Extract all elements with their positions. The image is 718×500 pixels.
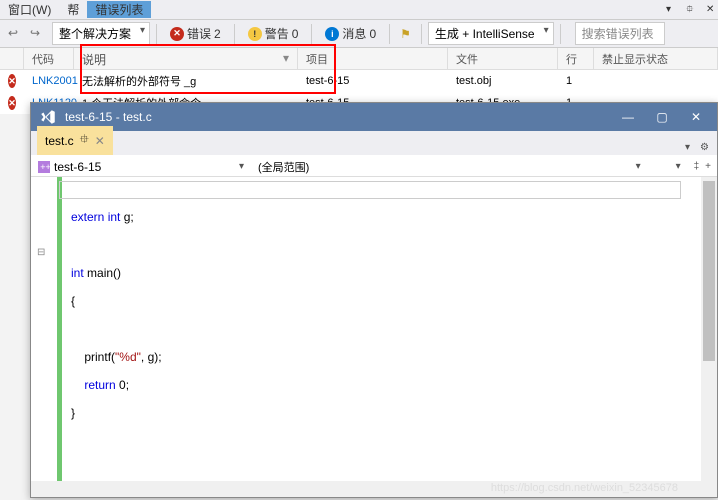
- col-code[interactable]: 代码: [24, 48, 74, 69]
- col-icon[interactable]: [0, 48, 24, 69]
- watermark: https://blog.csdn.net/weixin_52345678: [491, 482, 678, 494]
- tab-strip-controls: ▾ ⚙: [681, 140, 717, 155]
- close-button[interactable]: ✕: [683, 107, 709, 127]
- maximize-button[interactable]: ▢: [649, 107, 675, 127]
- warnings-filter-button[interactable]: ! 警告 0: [241, 22, 306, 45]
- error-line: 1: [558, 73, 594, 89]
- panel-window-controls: ▾ ⯐ ✕: [658, 3, 718, 17]
- plus-icon[interactable]: +: [703, 161, 713, 172]
- dropdown-icon[interactable]: ▾: [658, 3, 674, 17]
- col-line[interactable]: 行: [558, 48, 594, 69]
- window-title: test-6-15 - test.c: [65, 110, 607, 124]
- errors-label: 错误: [187, 25, 211, 42]
- grid-header: 代码 说明 ▾ 项目 文件 行 禁止显示状态: [0, 48, 718, 70]
- top-ruler: [59, 181, 681, 199]
- error-icon: ✕: [170, 27, 184, 41]
- cpp-project-icon: ++: [38, 161, 50, 173]
- code-titlebar[interactable]: test-6-15 - test.c — ▢ ✕: [31, 103, 717, 131]
- col-project[interactable]: 项目: [298, 48, 448, 69]
- code-editor[interactable]: ⊟ extern int g; int main() { printf("%d"…: [31, 177, 717, 497]
- menu-help[interactable]: 帮: [59, 1, 87, 18]
- error-code-link[interactable]: LNK2001: [24, 73, 74, 89]
- error-project: test-6-15: [298, 73, 448, 89]
- gutter: ⊟: [31, 177, 59, 497]
- file-tab[interactable]: test.c ⯐ ✕: [37, 126, 113, 155]
- vs-logo-icon: [39, 108, 57, 126]
- nav-forward-icon[interactable]: ↪: [30, 26, 46, 42]
- search-input[interactable]: 搜索错误列表: [575, 22, 665, 45]
- separator: [560, 24, 561, 44]
- warnings-count: 0: [292, 27, 299, 41]
- collapse-icon[interactable]: ⊟: [37, 247, 45, 258]
- scroll-thumb[interactable]: [703, 181, 715, 361]
- nav-back-icon[interactable]: ↩: [8, 26, 24, 42]
- separator: [234, 24, 235, 44]
- minimize-button[interactable]: —: [615, 107, 641, 127]
- col-file[interactable]: 文件: [448, 48, 558, 69]
- warnings-label: 警告: [265, 25, 289, 42]
- messages-label: 消息: [342, 25, 366, 42]
- error-desc: 无法解析的外部符号 _g: [74, 71, 298, 91]
- filter-icon[interactable]: ⚑: [396, 25, 415, 43]
- error-icon: ✕: [8, 74, 16, 88]
- code-text-area[interactable]: extern int g; int main() { printf("%d", …: [59, 177, 701, 497]
- warning-icon: !: [248, 27, 262, 41]
- vertical-scrollbar[interactable]: [701, 177, 717, 497]
- col-suppress[interactable]: 禁止显示状态: [594, 48, 718, 69]
- code-nav-bar: ++ test-6-15 (全局范围) ‡ +: [31, 155, 717, 177]
- svg-text:++: ++: [40, 162, 50, 172]
- messages-count: 0: [369, 27, 376, 41]
- menu-bar: 窗口(W) 帮 错误列表 ▾ ⯐ ✕: [0, 0, 718, 20]
- build-mode-dropdown[interactable]: 生成 + IntelliSense: [428, 22, 554, 45]
- error-list-toolbar: ↩ ↪ 整个解决方案 ✕ 错误 2 ! 警告 0 i 消息 0 ⚑ 生成 + I…: [0, 20, 718, 48]
- errors-filter-button[interactable]: ✕ 错误 2: [163, 22, 228, 45]
- sort-icon: ▾: [283, 51, 289, 65]
- separator: [311, 24, 312, 44]
- scope-dropdown[interactable]: 整个解决方案: [52, 22, 150, 45]
- project-nav-dropdown[interactable]: ++ test-6-15: [31, 157, 251, 176]
- chevron-down-icon[interactable]: ▾: [681, 140, 694, 155]
- error-file: test.obj: [448, 73, 558, 89]
- settings-icon[interactable]: ⚙: [696, 140, 713, 155]
- code-editor-window: test-6-15 - test.c — ▢ ✕ test.c ⯐ ✕ ▾ ⚙ …: [30, 102, 718, 498]
- messages-filter-button[interactable]: i 消息 0: [318, 22, 383, 45]
- menu-window[interactable]: 窗口(W): [0, 1, 59, 18]
- split-icon[interactable]: ‡: [692, 161, 702, 172]
- tab-pin-icon[interactable]: ⯐: [80, 130, 89, 151]
- tab-close-icon[interactable]: ✕: [95, 134, 105, 148]
- pin-icon[interactable]: ⯐: [678, 3, 694, 17]
- error-list-panel-tab[interactable]: 错误列表: [87, 1, 151, 18]
- separator: [421, 24, 422, 44]
- close-icon[interactable]: ✕: [698, 3, 714, 17]
- errors-count: 2: [214, 27, 221, 41]
- error-icon: ✕: [8, 96, 16, 110]
- separator: [156, 24, 157, 44]
- member-nav-dropdown[interactable]: [648, 157, 688, 176]
- tab-strip: test.c ⯐ ✕ ▾ ⚙: [31, 131, 717, 155]
- col-desc[interactable]: 说明 ▾: [74, 48, 298, 69]
- separator: [389, 24, 390, 44]
- scope-nav-dropdown[interactable]: (全局范围): [251, 157, 648, 176]
- tab-label: test.c: [45, 134, 74, 148]
- table-row[interactable]: ✕ LNK2001 无法解析的外部符号 _g test-6-15 test.ob…: [0, 70, 718, 92]
- info-icon: i: [325, 27, 339, 41]
